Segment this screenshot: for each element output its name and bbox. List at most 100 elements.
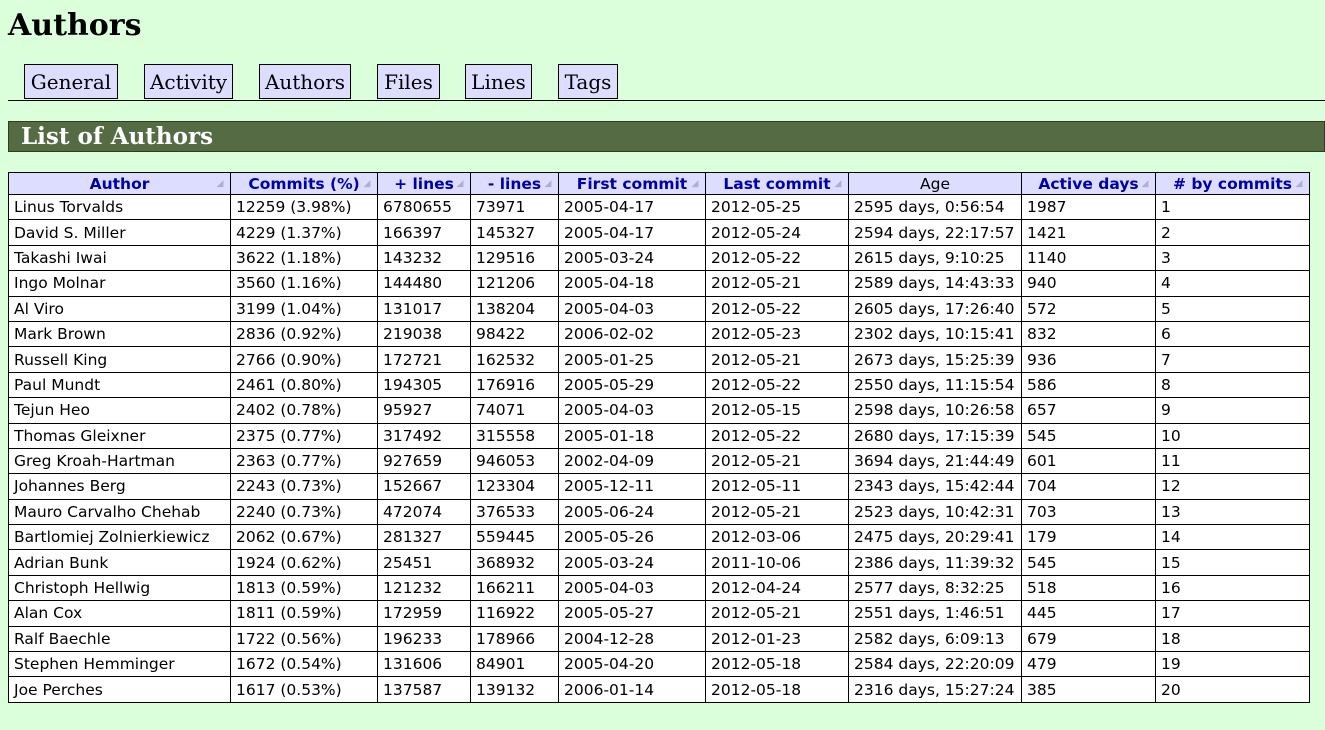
- last-commit-cell: 2012-05-21: [705, 498, 849, 526]
- age-cell: 2594 days, 22:17:57: [848, 219, 1022, 246]
- column-header-label: First commit: [576, 174, 688, 193]
- tab-activity[interactable]: Activity: [144, 64, 233, 99]
- sort-arrows-icon: ◢: [544, 179, 552, 189]
- lines-removed-cell: 98422: [470, 320, 559, 348]
- active-days-cell: 479: [1021, 651, 1156, 678]
- rank-cell: 17: [1155, 600, 1310, 627]
- lines-added-cell: 927659: [377, 447, 471, 475]
- commits-cell: 3622 (1.18%): [230, 244, 378, 272]
- table-row: Russell King 2766 (0.90%) 172721 162532 2005…: [8, 346, 1310, 373]
- lines-removed-cell: 176916: [470, 371, 559, 399]
- column-header-plus-lines[interactable]: + lines ◢: [377, 172, 471, 195]
- lines-removed-cell: 559445: [470, 524, 559, 551]
- column-header-rank[interactable]: # by commits ◢: [1155, 172, 1310, 195]
- column-header-label: Last commit: [723, 174, 831, 193]
- author-cell: Paul Mundt: [8, 371, 231, 399]
- last-commit-cell: 2012-04-24: [705, 574, 849, 602]
- active-days-cell: 936: [1021, 346, 1156, 373]
- last-commit-cell: 2012-05-22: [705, 295, 849, 322]
- section-title: List of Authors: [21, 123, 214, 150]
- commits-cell: 2243 (0.73%): [230, 473, 378, 500]
- commits-cell: 1924 (0.62%): [230, 549, 378, 576]
- last-commit-cell: 2012-05-21: [705, 346, 849, 373]
- column-header-commits[interactable]: Commits (%) ◢: [230, 172, 378, 195]
- active-days-cell: 572: [1021, 295, 1156, 322]
- last-commit-cell: 2012-03-06: [705, 524, 849, 551]
- age-cell: 2523 days, 10:42:31: [848, 498, 1022, 526]
- last-commit-cell: 2012-05-22: [705, 244, 849, 272]
- table-body: Linus Torvalds 12259 (3.98%) 6780655 73971 2…: [8, 193, 1310, 703]
- first-commit-cell: 2004-12-28: [558, 625, 706, 653]
- rank-cell: 15: [1155, 549, 1310, 576]
- lines-removed-cell: 123304: [470, 473, 559, 500]
- rank-cell: 3: [1155, 244, 1310, 272]
- sort-arrows-icon: ◢: [1141, 179, 1149, 189]
- table-row: Takashi Iwai 3622 (1.18%) 143232 129516 2005…: [8, 244, 1310, 272]
- active-days-cell: 657: [1021, 397, 1156, 424]
- active-days-cell: 704: [1021, 473, 1156, 500]
- author-cell: Christoph Hellwig: [8, 574, 231, 602]
- author-cell: Greg Kroah-Hartman: [8, 447, 231, 475]
- column-header-active-days[interactable]: Active days ◢: [1021, 172, 1156, 195]
- commits-cell: 1811 (0.59%): [230, 600, 378, 627]
- age-cell: 2680 days, 17:15:39: [848, 422, 1022, 449]
- first-commit-cell: 2005-05-26: [558, 524, 706, 551]
- first-commit-cell: 2005-05-29: [558, 371, 706, 399]
- age-cell: 2386 days, 11:39:32: [848, 549, 1022, 576]
- tab-lines[interactable]: Lines: [465, 64, 532, 99]
- rank-cell: 6: [1155, 320, 1310, 348]
- first-commit-cell: 2006-02-02: [558, 320, 706, 348]
- author-cell: Stephen Hemminger: [8, 651, 231, 678]
- commits-cell: 2375 (0.77%): [230, 422, 378, 449]
- first-commit-cell: 2005-04-17: [558, 219, 706, 246]
- table-row: Linus Torvalds 12259 (3.98%) 6780655 73971 2…: [8, 193, 1310, 221]
- lines-added-cell: 121232: [377, 574, 471, 602]
- last-commit-cell: 2012-05-23: [705, 320, 849, 348]
- rank-cell: 5: [1155, 295, 1310, 322]
- age-cell: 2584 days, 22:20:09: [848, 651, 1022, 678]
- tab-authors[interactable]: Authors: [259, 64, 351, 99]
- age-cell: 2302 days, 10:15:41: [848, 320, 1022, 348]
- table-row: Al Viro 3199 (1.04%) 131017 138204 2005-04-0…: [8, 295, 1310, 322]
- author-cell: Tejun Heo: [8, 397, 231, 424]
- active-days-cell: 940: [1021, 270, 1156, 297]
- column-header-label: - lines: [487, 174, 542, 193]
- rank-cell: 10: [1155, 422, 1310, 449]
- age-cell: 3694 days, 21:44:49: [848, 447, 1022, 475]
- author-cell: Mark Brown: [8, 320, 231, 348]
- active-days-cell: 703: [1021, 498, 1156, 526]
- lines-added-cell: 194305: [377, 371, 471, 399]
- tab-files[interactable]: Files: [377, 64, 440, 99]
- column-header-label: Active days: [1038, 174, 1139, 193]
- first-commit-cell: 2002-04-09: [558, 447, 706, 475]
- lines-added-cell: 317492: [377, 422, 471, 449]
- lines-added-cell: 143232: [377, 244, 471, 272]
- last-commit-cell: 2012-05-18: [705, 676, 849, 703]
- commits-cell: 1617 (0.53%): [230, 676, 378, 703]
- age-cell: 2343 days, 15:42:44: [848, 473, 1022, 500]
- tab-tags[interactable]: Tags: [558, 64, 618, 99]
- author-cell: Bartlomiej Zolnierkiewicz: [8, 524, 231, 551]
- age-cell: 2551 days, 1:46:51: [848, 600, 1022, 627]
- column-header-author[interactable]: Author ◢: [8, 172, 231, 195]
- first-commit-cell: 2005-03-24: [558, 244, 706, 272]
- lines-added-cell: 166397: [377, 219, 471, 246]
- active-days-cell: 545: [1021, 422, 1156, 449]
- age-cell: 2582 days, 6:09:13: [848, 625, 1022, 653]
- active-days-cell: 679: [1021, 625, 1156, 653]
- commits-cell: 2461 (0.80%): [230, 371, 378, 399]
- table-row: Paul Mundt 2461 (0.80%) 194305 176916 2005-0…: [8, 371, 1310, 399]
- first-commit-cell: 2005-04-18: [558, 270, 706, 297]
- commits-cell: 2836 (0.92%): [230, 320, 378, 348]
- rank-cell: 12: [1155, 473, 1310, 500]
- active-days-cell: 179: [1021, 524, 1156, 551]
- tab-general[interactable]: General: [24, 64, 118, 99]
- author-cell: Johannes Berg: [8, 473, 231, 500]
- first-commit-cell: 2005-01-18: [558, 422, 706, 449]
- column-header-first-commit[interactable]: First commit ◢: [558, 172, 706, 195]
- sort-arrows-icon: ◢: [456, 179, 464, 189]
- column-header-last-commit[interactable]: Last commit ◢: [705, 172, 849, 195]
- column-header-minus-lines[interactable]: - lines ◢: [470, 172, 559, 195]
- lines-removed-cell: 129516: [470, 244, 559, 272]
- last-commit-cell: 2012-05-11: [705, 473, 849, 500]
